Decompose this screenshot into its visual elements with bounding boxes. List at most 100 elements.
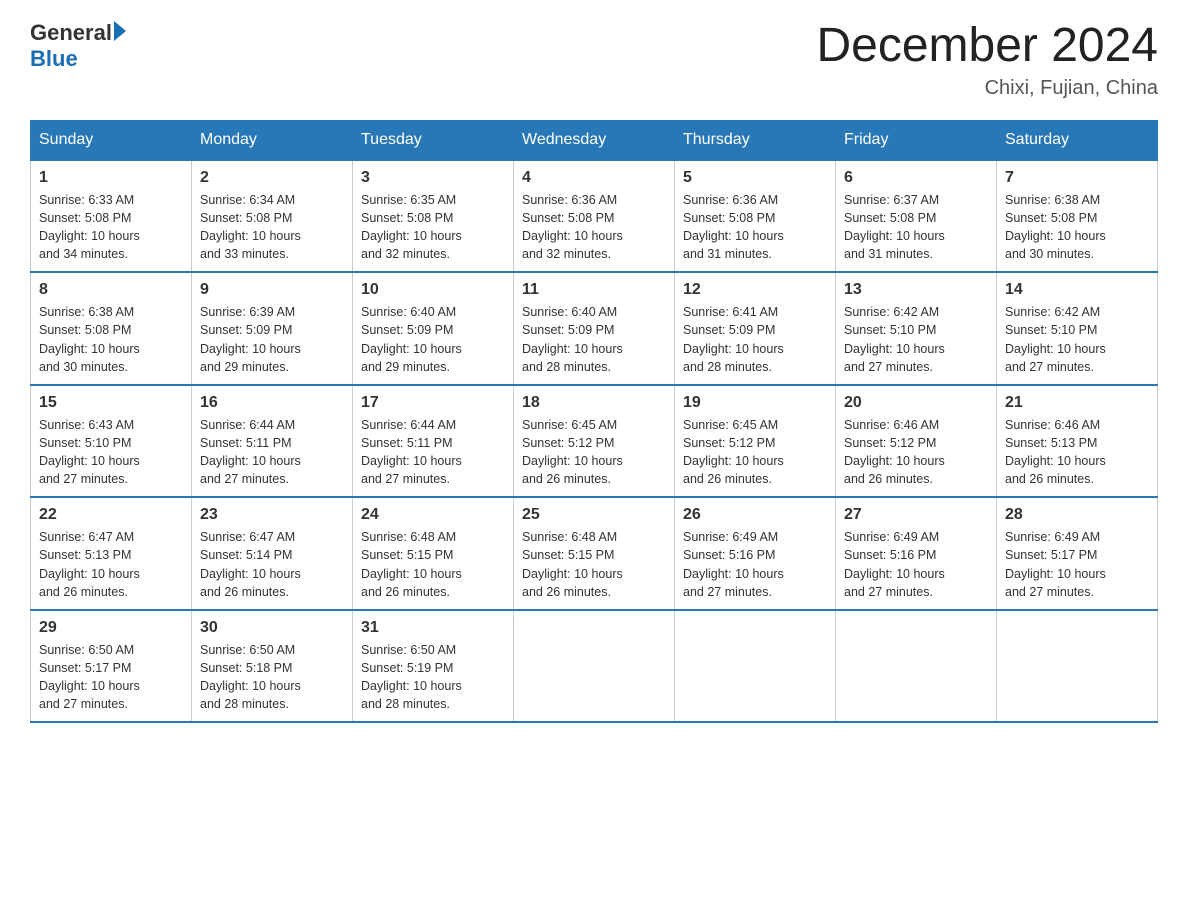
day-detail: Sunrise: 6:38 AM Sunset: 5:08 PM Dayligh… xyxy=(39,303,183,376)
table-row: 29 Sunrise: 6:50 AM Sunset: 5:17 PM Dayl… xyxy=(31,610,192,723)
col-thursday: Thursday xyxy=(675,120,836,160)
month-title: December 2024 xyxy=(816,20,1158,73)
calendar-week-2: 8 Sunrise: 6:38 AM Sunset: 5:08 PM Dayli… xyxy=(31,272,1158,385)
day-number: 6 xyxy=(844,169,988,187)
table-row xyxy=(514,610,675,723)
table-row: 8 Sunrise: 6:38 AM Sunset: 5:08 PM Dayli… xyxy=(31,272,192,385)
table-row xyxy=(675,610,836,723)
day-number: 23 xyxy=(200,506,344,524)
col-saturday: Saturday xyxy=(997,120,1158,160)
table-row: 11 Sunrise: 6:40 AM Sunset: 5:09 PM Dayl… xyxy=(514,272,675,385)
day-number: 14 xyxy=(1005,281,1149,299)
day-number: 28 xyxy=(1005,506,1149,524)
day-number: 18 xyxy=(522,394,666,412)
logo-text-general: General xyxy=(30,20,112,46)
day-detail: Sunrise: 6:42 AM Sunset: 5:10 PM Dayligh… xyxy=(844,303,988,376)
table-row: 28 Sunrise: 6:49 AM Sunset: 5:17 PM Dayl… xyxy=(997,497,1158,610)
day-detail: Sunrise: 6:44 AM Sunset: 5:11 PM Dayligh… xyxy=(200,416,344,489)
table-row: 26 Sunrise: 6:49 AM Sunset: 5:16 PM Dayl… xyxy=(675,497,836,610)
day-number: 19 xyxy=(683,394,827,412)
table-row: 24 Sunrise: 6:48 AM Sunset: 5:15 PM Dayl… xyxy=(353,497,514,610)
day-number: 11 xyxy=(522,281,666,299)
day-detail: Sunrise: 6:40 AM Sunset: 5:09 PM Dayligh… xyxy=(361,303,505,376)
day-detail: Sunrise: 6:40 AM Sunset: 5:09 PM Dayligh… xyxy=(522,303,666,376)
day-number: 9 xyxy=(200,281,344,299)
calendar-week-1: 1 Sunrise: 6:33 AM Sunset: 5:08 PM Dayli… xyxy=(31,160,1158,273)
logo-text-blue: Blue xyxy=(30,46,126,72)
day-detail: Sunrise: 6:49 AM Sunset: 5:17 PM Dayligh… xyxy=(1005,528,1149,601)
day-number: 5 xyxy=(683,169,827,187)
day-number: 15 xyxy=(39,394,183,412)
header-row: Sunday Monday Tuesday Wednesday Thursday… xyxy=(31,120,1158,160)
calendar-week-3: 15 Sunrise: 6:43 AM Sunset: 5:10 PM Dayl… xyxy=(31,385,1158,498)
table-row: 15 Sunrise: 6:43 AM Sunset: 5:10 PM Dayl… xyxy=(31,385,192,498)
table-row: 1 Sunrise: 6:33 AM Sunset: 5:08 PM Dayli… xyxy=(31,160,192,273)
day-detail: Sunrise: 6:48 AM Sunset: 5:15 PM Dayligh… xyxy=(361,528,505,601)
col-friday: Friday xyxy=(836,120,997,160)
day-detail: Sunrise: 6:36 AM Sunset: 5:08 PM Dayligh… xyxy=(522,191,666,264)
day-detail: Sunrise: 6:36 AM Sunset: 5:08 PM Dayligh… xyxy=(683,191,827,264)
table-row xyxy=(836,610,997,723)
table-row: 4 Sunrise: 6:36 AM Sunset: 5:08 PM Dayli… xyxy=(514,160,675,273)
day-number: 29 xyxy=(39,619,183,637)
day-number: 30 xyxy=(200,619,344,637)
day-detail: Sunrise: 6:47 AM Sunset: 5:14 PM Dayligh… xyxy=(200,528,344,601)
day-detail: Sunrise: 6:50 AM Sunset: 5:18 PM Dayligh… xyxy=(200,641,344,714)
table-row: 30 Sunrise: 6:50 AM Sunset: 5:18 PM Dayl… xyxy=(192,610,353,723)
day-detail: Sunrise: 6:43 AM Sunset: 5:10 PM Dayligh… xyxy=(39,416,183,489)
calendar-table: Sunday Monday Tuesday Wednesday Thursday… xyxy=(30,120,1158,724)
day-detail: Sunrise: 6:50 AM Sunset: 5:17 PM Dayligh… xyxy=(39,641,183,714)
day-detail: Sunrise: 6:46 AM Sunset: 5:12 PM Dayligh… xyxy=(844,416,988,489)
day-number: 10 xyxy=(361,281,505,299)
table-row: 17 Sunrise: 6:44 AM Sunset: 5:11 PM Dayl… xyxy=(353,385,514,498)
day-detail: Sunrise: 6:35 AM Sunset: 5:08 PM Dayligh… xyxy=(361,191,505,264)
table-row: 19 Sunrise: 6:45 AM Sunset: 5:12 PM Dayl… xyxy=(675,385,836,498)
location: Chixi, Fujian, China xyxy=(816,77,1158,100)
table-row: 27 Sunrise: 6:49 AM Sunset: 5:16 PM Dayl… xyxy=(836,497,997,610)
table-row: 20 Sunrise: 6:46 AM Sunset: 5:12 PM Dayl… xyxy=(836,385,997,498)
day-number: 13 xyxy=(844,281,988,299)
day-detail: Sunrise: 6:50 AM Sunset: 5:19 PM Dayligh… xyxy=(361,641,505,714)
day-detail: Sunrise: 6:45 AM Sunset: 5:12 PM Dayligh… xyxy=(522,416,666,489)
col-monday: Monday xyxy=(192,120,353,160)
day-detail: Sunrise: 6:48 AM Sunset: 5:15 PM Dayligh… xyxy=(522,528,666,601)
calendar-week-4: 22 Sunrise: 6:47 AM Sunset: 5:13 PM Dayl… xyxy=(31,497,1158,610)
day-number: 27 xyxy=(844,506,988,524)
day-detail: Sunrise: 6:44 AM Sunset: 5:11 PM Dayligh… xyxy=(361,416,505,489)
table-row: 31 Sunrise: 6:50 AM Sunset: 5:19 PM Dayl… xyxy=(353,610,514,723)
col-tuesday: Tuesday xyxy=(353,120,514,160)
col-sunday: Sunday xyxy=(31,120,192,160)
page-header: General Blue December 2024 Chixi, Fujian… xyxy=(30,20,1158,100)
day-detail: Sunrise: 6:37 AM Sunset: 5:08 PM Dayligh… xyxy=(844,191,988,264)
table-row: 18 Sunrise: 6:45 AM Sunset: 5:12 PM Dayl… xyxy=(514,385,675,498)
table-row: 13 Sunrise: 6:42 AM Sunset: 5:10 PM Dayl… xyxy=(836,272,997,385)
day-number: 12 xyxy=(683,281,827,299)
table-row: 6 Sunrise: 6:37 AM Sunset: 5:08 PM Dayli… xyxy=(836,160,997,273)
table-row: 21 Sunrise: 6:46 AM Sunset: 5:13 PM Dayl… xyxy=(997,385,1158,498)
table-row: 9 Sunrise: 6:39 AM Sunset: 5:09 PM Dayli… xyxy=(192,272,353,385)
table-row: 12 Sunrise: 6:41 AM Sunset: 5:09 PM Dayl… xyxy=(675,272,836,385)
table-row: 16 Sunrise: 6:44 AM Sunset: 5:11 PM Dayl… xyxy=(192,385,353,498)
day-number: 8 xyxy=(39,281,183,299)
col-wednesday: Wednesday xyxy=(514,120,675,160)
day-detail: Sunrise: 6:45 AM Sunset: 5:12 PM Dayligh… xyxy=(683,416,827,489)
day-number: 20 xyxy=(844,394,988,412)
logo-triangle-icon xyxy=(114,21,126,41)
table-row: 2 Sunrise: 6:34 AM Sunset: 5:08 PM Dayli… xyxy=(192,160,353,273)
table-row: 5 Sunrise: 6:36 AM Sunset: 5:08 PM Dayli… xyxy=(675,160,836,273)
day-number: 1 xyxy=(39,169,183,187)
table-row: 14 Sunrise: 6:42 AM Sunset: 5:10 PM Dayl… xyxy=(997,272,1158,385)
day-detail: Sunrise: 6:49 AM Sunset: 5:16 PM Dayligh… xyxy=(844,528,988,601)
day-number: 3 xyxy=(361,169,505,187)
table-row: 22 Sunrise: 6:47 AM Sunset: 5:13 PM Dayl… xyxy=(31,497,192,610)
day-detail: Sunrise: 6:42 AM Sunset: 5:10 PM Dayligh… xyxy=(1005,303,1149,376)
table-row: 10 Sunrise: 6:40 AM Sunset: 5:09 PM Dayl… xyxy=(353,272,514,385)
day-number: 26 xyxy=(683,506,827,524)
day-number: 2 xyxy=(200,169,344,187)
day-detail: Sunrise: 6:33 AM Sunset: 5:08 PM Dayligh… xyxy=(39,191,183,264)
day-detail: Sunrise: 6:46 AM Sunset: 5:13 PM Dayligh… xyxy=(1005,416,1149,489)
table-row xyxy=(997,610,1158,723)
day-detail: Sunrise: 6:47 AM Sunset: 5:13 PM Dayligh… xyxy=(39,528,183,601)
table-row: 25 Sunrise: 6:48 AM Sunset: 5:15 PM Dayl… xyxy=(514,497,675,610)
day-detail: Sunrise: 6:34 AM Sunset: 5:08 PM Dayligh… xyxy=(200,191,344,264)
